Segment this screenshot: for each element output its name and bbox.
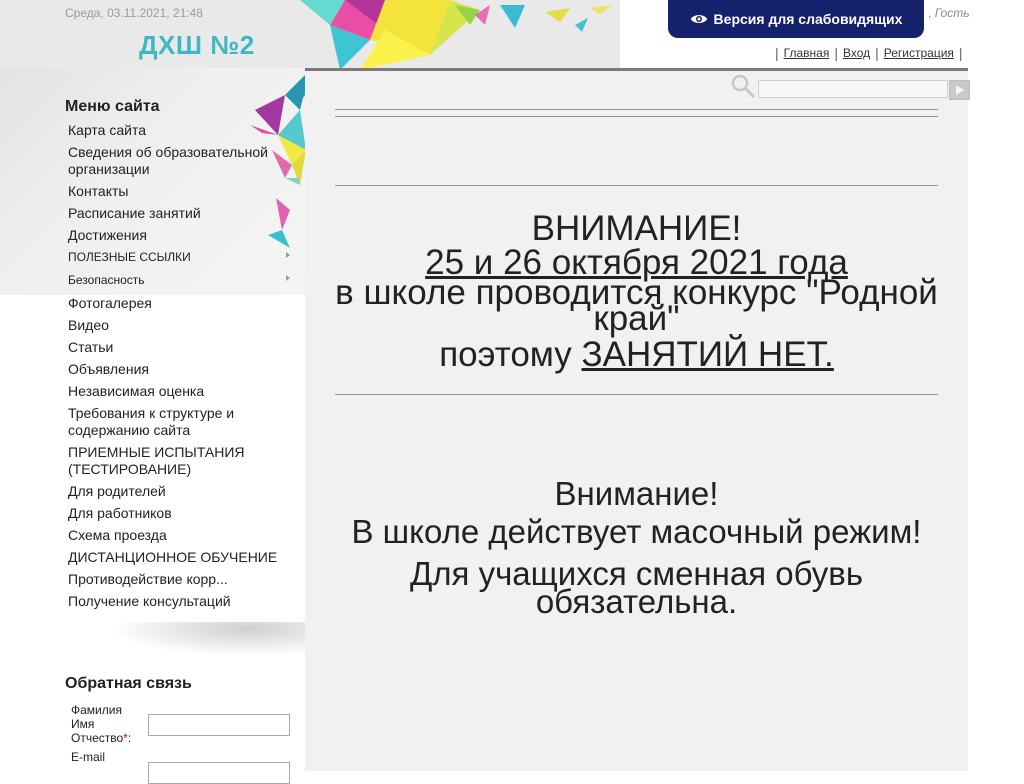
menu-item-safety-label: Безопасность [68, 273, 145, 287]
menu-item-useful-links-label: ПОЛЕЗНЫЕ ССЫЛКИ [68, 250, 191, 264]
menu-title: Меню сайта [65, 98, 160, 115]
home-link[interactable]: Главная [784, 46, 830, 60]
full-name-input[interactable] [148, 714, 290, 736]
menu-item-video[interactable]: Видео [68, 317, 298, 334]
menu-item-independent-assessment[interactable]: Независимая оценка [68, 383, 298, 400]
menu-item-sitemap[interactable]: Карта сайта [68, 122, 298, 139]
shoes-notice-text: Для учащихся сменная обувь обязательна. [409, 555, 864, 620]
menu-item-achievements[interactable]: Достижения [68, 227, 298, 244]
separator: | [875, 45, 879, 61]
email-input[interactable] [148, 762, 290, 784]
search-icon [731, 74, 756, 99]
eye-icon [690, 15, 707, 23]
separator: | [834, 45, 838, 61]
divider [335, 185, 938, 186]
menu-item-schedule[interactable]: Расписание занятий [68, 205, 298, 222]
full-name-label-text: Фамилия Имя Отчество [71, 703, 124, 745]
notice-conclusion: поэтому ЗАНЯТИЙ НЕТ. [335, 335, 938, 374]
notice-heading: ВНИМАНИЕ! [531, 209, 742, 248]
menu-item-for-parents[interactable]: Для родителей [68, 483, 298, 500]
guest-greeting: , Гость [928, 6, 970, 20]
main-content-panel [305, 68, 968, 771]
divider [335, 394, 938, 395]
separator: | [958, 45, 963, 61]
low-vision-version-label: Версия для слабовидящих [713, 11, 903, 27]
divider [335, 116, 938, 117]
guest-name: Гость [934, 6, 970, 20]
feedback-title: Обратная связь [65, 675, 192, 692]
low-vision-version-button[interactable]: Версия для слабовидящих [668, 0, 924, 38]
no-classes-text: ЗАНЯТИЙ НЕТ. [581, 335, 834, 374]
menu-item-contacts[interactable]: Контакты [68, 183, 298, 200]
site-menu: Карта сайта Сведения об образовательной … [68, 122, 298, 615]
login-link[interactable]: Вход [843, 46, 870, 60]
notice-conclusion-prefix: поэтому [439, 335, 582, 374]
register-link[interactable]: Регистрация [884, 46, 954, 60]
submenu-arrow-icon [286, 252, 290, 258]
menu-item-articles[interactable]: Статьи [68, 339, 298, 356]
menu-item-distance-learning[interactable]: ДИСТАНЦИОННОЕ ОБУЧЕНИЕ [68, 549, 298, 566]
mask-notice: Внимание! В школе действует масочный реж… [335, 475, 938, 624]
site-title[interactable]: ДХШ №2 [139, 30, 255, 61]
mask-notice-heading: Внимание! [554, 475, 719, 512]
menu-item-entrance-tests[interactable]: ПРИЕМНЫЕ ИСПЫТАНИЯ (ТЕСТИРОВАНИЕ) [68, 444, 298, 478]
menu-item-for-staff[interactable]: Для работников [68, 505, 298, 522]
search-input[interactable] [758, 80, 948, 98]
menu-item-directions[interactable]: Схема проезда [68, 527, 298, 544]
full-name-label: Фамилия Имя Отчество*: [71, 703, 132, 745]
contest-notice: ВНИМАНИЕ! 25 и 26 октября 2021 года в шк… [335, 209, 938, 374]
menu-item-useful-links[interactable]: ПОЛЕЗНЫЕ ССЫЛКИ [68, 249, 298, 266]
menu-item-consultations[interactable]: Получение консультаций [68, 593, 298, 610]
auth-links: | Главная | Вход | Регистрация | [770, 45, 968, 61]
submenu-arrow-icon [286, 275, 290, 281]
menu-item-safety[interactable]: Безопасность [68, 272, 298, 289]
required-mark: * [123, 731, 128, 745]
email-label: E-mail [71, 750, 106, 764]
menu-item-anti-corruption[interactable]: Противодействие корр... [68, 571, 298, 588]
search-submit-button[interactable] [949, 80, 970, 100]
menu-item-site-requirements[interactable]: Требования к структуре и содержанию сайт… [68, 405, 298, 439]
menu-item-photo-gallery[interactable]: Фотогалерея [68, 295, 298, 312]
separator: | [775, 45, 779, 61]
divider [335, 109, 938, 110]
sidebar-shadow [110, 622, 305, 656]
notice-text: в школе проводится конкурс "Родной край" [335, 273, 938, 338]
menu-item-announcements[interactable]: Объявления [68, 361, 298, 378]
mask-notice-text: В школе действует масочный режим! [351, 513, 922, 550]
header-date: Среда, 03.11.2021, 21:48 [65, 6, 203, 20]
menu-item-org-info[interactable]: Сведения об образовательной организации [68, 144, 298, 178]
